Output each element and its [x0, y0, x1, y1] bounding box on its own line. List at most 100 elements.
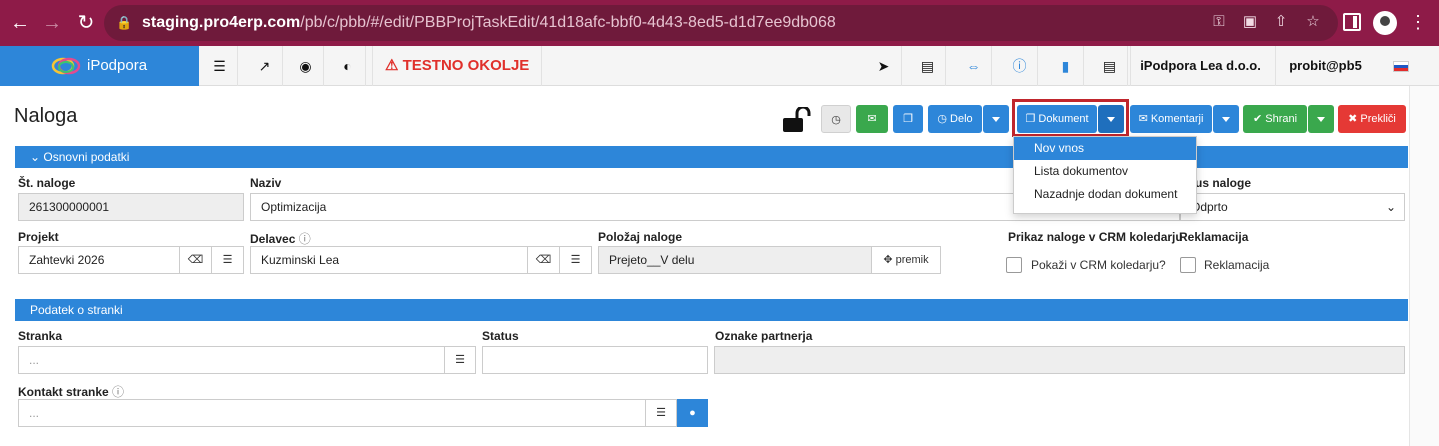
more-menu-icon[interactable]: ⋮	[1407, 11, 1429, 33]
list-icon: ☰	[656, 407, 666, 419]
forward-arrow-icon[interactable]: →	[40, 11, 64, 35]
info-icon[interactable]: ⓘ	[299, 232, 311, 246]
st-naloge-field: 261300000001	[18, 193, 244, 221]
projekt-clear-button[interactable]: ⌫	[179, 246, 212, 274]
star-icon[interactable]: ☆	[1302, 11, 1324, 33]
preklici-button[interactable]: ✖ Prekliči	[1338, 105, 1406, 133]
section-title: Osnovni podatki	[43, 150, 130, 164]
polozaj-label: Položaj naloge	[598, 230, 683, 244]
premik-label: premik	[895, 254, 929, 266]
side-panel-icon[interactable]	[1343, 13, 1361, 31]
bag-icon[interactable]: ◉	[288, 46, 324, 86]
stranka-field[interactable]: ...	[18, 346, 445, 374]
external-link-icon[interactable]: ↗	[247, 46, 283, 86]
delavec-clear-button[interactable]: ⌫	[527, 246, 560, 274]
brand[interactable]: iPodpora	[0, 46, 199, 86]
info-icon[interactable]: ⓘ	[1002, 46, 1038, 86]
user-name[interactable]: probit@pb5	[1275, 46, 1375, 86]
st-naloge-label: Št. naloge	[18, 176, 76, 190]
list-icon: ☰	[570, 254, 581, 266]
lock-icon: 🔒	[116, 15, 133, 30]
menu-item-nov-vnos[interactable]: Nov vnos	[1014, 137, 1196, 160]
polozaj-field: Prejeto__V delu	[598, 246, 872, 274]
stranka-list-button[interactable]: ☰	[444, 346, 476, 374]
share-icon[interactable]: ⇧	[1270, 11, 1292, 33]
clock-icon: ◷	[831, 114, 841, 126]
address-bar[interactable]: 🔒 staging.pro4erp.com/pb/c/pbb/#/edit/PB…	[104, 5, 1338, 41]
stranka-placeholder: ...	[29, 353, 40, 367]
send-icon[interactable]: ➤	[866, 46, 902, 86]
server-icon[interactable]: ▤	[910, 46, 946, 86]
email-button[interactable]: ✉	[856, 105, 888, 133]
url-path: /pb/c/pbb/#/edit/PBBProjTaskEdit/41d18af…	[300, 14, 836, 31]
translate-icon[interactable]: ▣	[1239, 11, 1261, 33]
delavec-list-button[interactable]: ☰	[559, 246, 592, 274]
caret-down-icon	[1222, 116, 1230, 122]
contrast-icon[interactable]: ◐	[330, 46, 366, 86]
caret-down-icon	[992, 116, 1000, 122]
page-title: Naloga	[14, 105, 78, 127]
stranka-label: Stranka	[18, 329, 63, 343]
projekt-list-button[interactable]: ☰	[211, 246, 244, 274]
book-icon[interactable]: ▮	[1048, 46, 1084, 86]
kontakt-field[interactable]: ...	[18, 399, 646, 427]
envelope-icon: ✉	[867, 113, 877, 125]
clock-icon: ◷	[937, 113, 947, 125]
menu-item-lista-dokumentov[interactable]: Lista dokumentov	[1014, 160, 1196, 183]
info-icon[interactable]: ⓘ	[112, 385, 124, 399]
key-icon[interactable]: ⚿	[1208, 11, 1230, 33]
reklamacija-checkbox[interactable]	[1180, 257, 1196, 273]
delo-button[interactable]: ◷ Delo	[928, 105, 982, 133]
teamviewer-icon[interactable]: ⇔	[956, 46, 992, 86]
komentarji-button[interactable]: ✉ Komentarji	[1130, 105, 1212, 133]
chevron-down-icon: ⌄	[30, 150, 41, 164]
unlock-icon[interactable]	[782, 107, 812, 133]
projekt-label: Projekt	[18, 230, 59, 244]
status-naloge-select[interactable]: Odprto ⌄	[1180, 193, 1405, 221]
reklamacija-label: Reklamacija	[1179, 230, 1249, 244]
shrani-label: Shrani	[1265, 113, 1298, 125]
status-label: Status	[482, 329, 519, 343]
copy-button[interactable]: ❐	[893, 105, 923, 133]
user-icon: ●	[689, 407, 696, 419]
premik-button[interactable]: ✥ premik	[871, 246, 941, 274]
kontakt-add-button[interactable]: ●	[677, 399, 708, 427]
language-flag[interactable]	[1393, 61, 1409, 72]
move-icon: ✥	[883, 254, 893, 266]
profile-avatar[interactable]	[1373, 11, 1397, 35]
section-header-basic[interactable]: ⌄ Osnovni podatki	[15, 146, 1408, 168]
delavec-field[interactable]: Kuzminski Lea	[250, 246, 528, 274]
back-arrow-icon[interactable]: ←	[8, 11, 32, 35]
crm-checkbox-label: Pokaži v CRM koledarju?	[1031, 258, 1166, 272]
crm-label: Prikaz naloge v CRM koledarju	[1008, 230, 1183, 244]
list-icon[interactable]: ☰	[202, 46, 238, 86]
document-icon[interactable]: ▤	[1092, 46, 1128, 86]
shrani-button[interactable]: ✔ Shrani	[1243, 105, 1307, 133]
kontakt-list-button[interactable]: ☰	[645, 399, 677, 427]
history-button[interactable]: ◷	[821, 105, 851, 133]
shrani-dropdown-toggle[interactable]	[1308, 105, 1334, 133]
delo-label: Delo	[950, 113, 973, 125]
reload-icon[interactable]: ↻	[74, 11, 98, 35]
list-icon: ☰	[222, 254, 233, 266]
chevron-down-icon: ⌄	[1385, 200, 1396, 214]
crm-checkbox[interactable]	[1006, 257, 1022, 273]
status-field[interactable]	[482, 346, 708, 374]
company-name[interactable]: iPodpora Lea d.o.o.	[1130, 46, 1270, 86]
page-scrollbar[interactable]	[1409, 86, 1439, 446]
menu-item-nazadnje-dodan[interactable]: Nazadnje dodan dokument	[1014, 183, 1196, 206]
delo-dropdown-toggle[interactable]	[983, 105, 1009, 133]
delavec-label-wrap: Delavec ⓘ	[250, 230, 311, 247]
section-header-customer[interactable]: Podatek o stranki	[15, 299, 1408, 321]
reklamacija-checkbox-label: Reklamacija	[1204, 258, 1270, 272]
app-header: iPodpora ☰ ↗ ◉ ◐ ⚠ TESTNO OKOLJE ➤ ▤ ⇔ ⓘ…	[0, 46, 1439, 86]
list-icon: ☰	[455, 354, 465, 366]
projekt-field[interactable]: Zahtevki 2026	[18, 246, 180, 274]
oznake-label: Oznake partnerja	[715, 329, 813, 343]
dokument-highlight-box	[1012, 99, 1129, 137]
kontakt-label: Kontakt stranke	[18, 385, 109, 399]
delavec-label: Delavec	[250, 232, 296, 246]
preklici-label: Prekliči	[1360, 113, 1396, 125]
komentarji-dropdown-toggle[interactable]	[1213, 105, 1239, 133]
copy-icon: ❐	[903, 113, 913, 125]
